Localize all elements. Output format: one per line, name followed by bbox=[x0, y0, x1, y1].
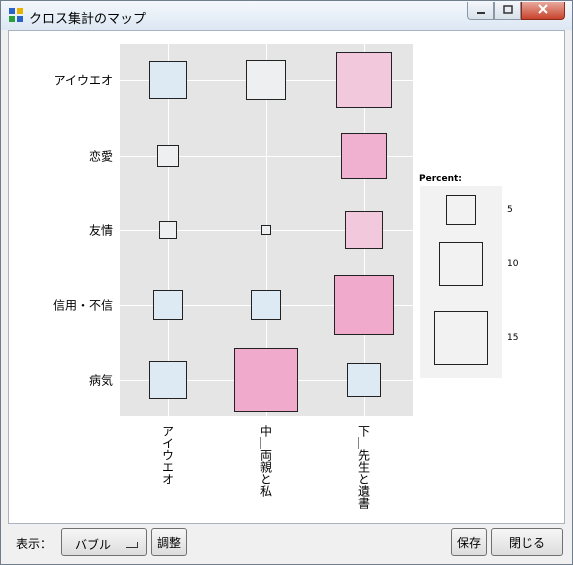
row-label: 恋愛 bbox=[88, 149, 113, 164]
bottom-toolbar: 表示： バブル 調整 保存 閉じる bbox=[0, 523, 571, 563]
bubble-cell bbox=[333, 274, 395, 336]
row-label: アイウエオ bbox=[53, 73, 113, 88]
dropdown-icon bbox=[126, 542, 138, 548]
title-bar[interactable]: クロス集計のマップ bbox=[1, 1, 572, 30]
bubble-cell bbox=[345, 211, 383, 249]
row-label: 信用・不信 bbox=[52, 298, 113, 313]
bubble-cell bbox=[149, 61, 187, 99]
bubble-cell bbox=[261, 225, 271, 235]
maximize-button[interactable] bbox=[494, 2, 521, 20]
close-window-button[interactable] bbox=[521, 2, 565, 20]
app-grid-icon bbox=[9, 8, 23, 22]
minimize-icon bbox=[476, 12, 485, 14]
adjust-button[interactable]: 調整 bbox=[151, 528, 187, 556]
legend-square bbox=[434, 311, 488, 365]
bubble-cell bbox=[347, 363, 381, 397]
display-mode-select[interactable]: バブル bbox=[61, 528, 147, 556]
bubble-cell bbox=[153, 290, 183, 320]
bubble-cell bbox=[149, 361, 187, 399]
bubble-cell bbox=[245, 59, 287, 101]
legend-label: 15 bbox=[507, 333, 519, 343]
bubble-cell bbox=[340, 132, 388, 180]
bubble-cell bbox=[233, 347, 299, 413]
minimize-button[interactable] bbox=[467, 2, 494, 20]
display-mode-value: バブル bbox=[75, 538, 112, 552]
row-label: 病気 bbox=[88, 373, 113, 388]
close-button[interactable]: 閉じる bbox=[491, 528, 563, 556]
bubble-cell bbox=[336, 52, 392, 108]
legend-label: 10 bbox=[507, 259, 519, 269]
column-label: アイウエオ bbox=[160, 425, 175, 485]
legend-square bbox=[439, 242, 483, 286]
save-button[interactable]: 保存 bbox=[451, 528, 487, 556]
bubble-cell bbox=[157, 145, 179, 167]
window-title: クロス集計のマップ bbox=[29, 12, 147, 27]
close-icon bbox=[538, 4, 548, 14]
legend-title: Percent: bbox=[419, 174, 462, 184]
bubble-cell bbox=[251, 290, 281, 320]
legend-square bbox=[445, 194, 477, 226]
column-label: 中＿両親と私 bbox=[258, 425, 273, 497]
maximize-icon bbox=[502, 5, 513, 14]
bubble-cell bbox=[158, 220, 178, 240]
column-label: 下＿先生と遺書 bbox=[356, 425, 371, 509]
display-label: 表示： bbox=[16, 537, 53, 551]
row-label: 友情 bbox=[88, 223, 113, 238]
legend-label: 5 bbox=[507, 205, 513, 215]
